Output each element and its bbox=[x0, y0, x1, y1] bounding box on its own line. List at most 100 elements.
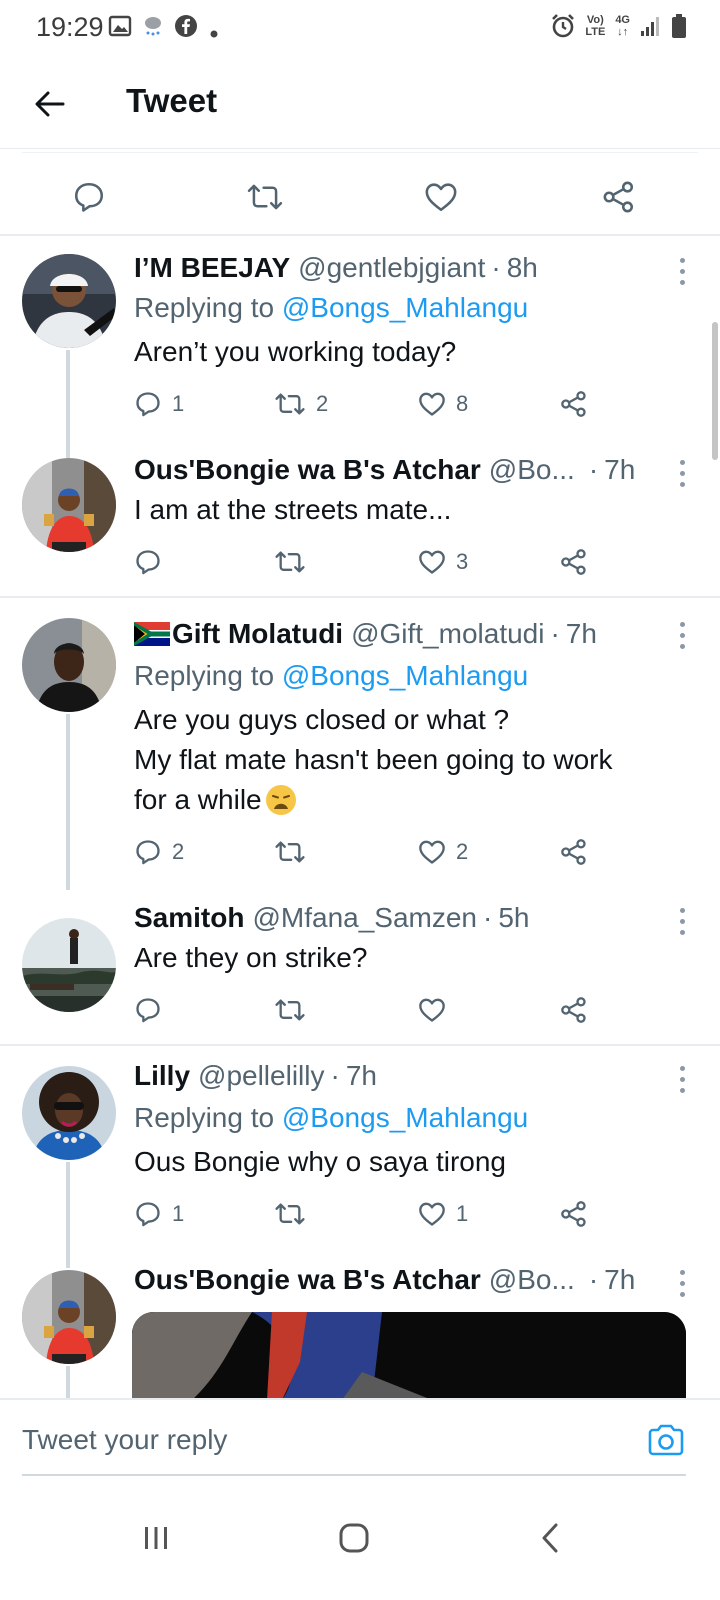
avatar[interactable] bbox=[22, 918, 116, 1012]
gallery-icon bbox=[108, 15, 132, 37]
like-button[interactable]: 2 bbox=[418, 832, 468, 872]
retweet-count: 2 bbox=[316, 391, 329, 416]
recent-apps-icon bbox=[145, 1527, 167, 1549]
retweet-icon bbox=[275, 551, 305, 573]
replying-to: Replying to @Bongs_Mahlangu bbox=[134, 292, 529, 323]
reply-tweet[interactable]: Gift Molatudi @Gift_molatudi · 7h Replyi… bbox=[0, 598, 720, 890]
retweet-icon bbox=[247, 184, 283, 210]
avatar[interactable] bbox=[22, 618, 116, 712]
page-title: Tweet bbox=[126, 82, 218, 119]
share-button[interactable] bbox=[560, 542, 588, 582]
share-icon bbox=[561, 1201, 586, 1227]
reply-button[interactable] bbox=[134, 542, 172, 582]
avatar[interactable] bbox=[22, 1270, 116, 1364]
main-retweet-button[interactable] bbox=[240, 172, 290, 222]
tweet-time: 7h bbox=[604, 454, 636, 485]
reply-icon bbox=[136, 998, 160, 1023]
mention-link[interactable]: @Bongs_Mahlangu bbox=[282, 660, 528, 691]
alarm-icon bbox=[552, 14, 575, 38]
notification-dot-icon bbox=[210, 30, 218, 38]
share-button[interactable] bbox=[560, 832, 588, 872]
chevron-left-icon bbox=[542, 1523, 558, 1553]
avatar[interactable] bbox=[22, 458, 116, 552]
mention-link[interactable]: @Bongs_Mahlangu bbox=[282, 1102, 528, 1133]
more-options-button[interactable] bbox=[670, 904, 694, 938]
tweet-header: Samitoh @Mfana_Samzen · 5h bbox=[134, 902, 530, 934]
more-options-button[interactable] bbox=[670, 254, 694, 288]
more-options-button[interactable] bbox=[670, 1062, 694, 1096]
retweet-button[interactable] bbox=[274, 990, 316, 1030]
signal-icon bbox=[641, 17, 659, 36]
avatar[interactable] bbox=[22, 254, 116, 348]
reply-button[interactable]: 1 bbox=[134, 384, 184, 424]
author-handle[interactable]: @Gift_molatudi bbox=[351, 618, 544, 650]
author-handle[interactable]: @Bo... bbox=[489, 454, 575, 486]
author-name[interactable]: Samitoh bbox=[134, 902, 244, 934]
reply-count: 1 bbox=[172, 391, 185, 416]
tweet-text: Are they on strike? bbox=[134, 942, 368, 973]
back-button[interactable] bbox=[26, 80, 74, 128]
thread-line bbox=[66, 714, 70, 890]
retweet-button[interactable]: 2 bbox=[274, 384, 328, 424]
weather-rain-icon bbox=[145, 17, 161, 36]
like-button[interactable]: 1 bbox=[418, 1194, 468, 1234]
back-nav-button[interactable] bbox=[520, 1508, 580, 1568]
tweet-actions: 2 2 bbox=[134, 832, 694, 872]
tweet-text: Aren’t you working today? bbox=[134, 336, 457, 367]
retweet-button[interactable] bbox=[274, 1194, 316, 1234]
status-right: Vo) LTE 4G ↓↑ bbox=[551, 12, 686, 40]
reply-icon bbox=[136, 392, 160, 417]
author-handle[interactable]: @gentlebjgiant bbox=[298, 252, 485, 284]
replying-to: Replying to @Bongs_Mahlangu bbox=[134, 660, 529, 691]
avatar[interactable] bbox=[22, 1066, 116, 1160]
reply-tweet[interactable]: I’M BEEJAY @gentlebjgiant · 8h Replying … bbox=[0, 236, 720, 458]
author-handle[interactable]: @pellelilly bbox=[198, 1060, 324, 1092]
author-name[interactable]: Ous'Bongie wa B's Atchar bbox=[134, 1264, 481, 1296]
system-nav-bar bbox=[0, 1478, 720, 1600]
reply-underline bbox=[22, 1474, 686, 1476]
share-button[interactable] bbox=[560, 990, 588, 1030]
like-icon bbox=[419, 1202, 445, 1226]
main-like-button[interactable] bbox=[416, 172, 466, 222]
reply-tweet[interactable]: Lilly @pellelilly · 7h Replying to @Bong… bbox=[0, 1046, 720, 1268]
home-button[interactable] bbox=[324, 1508, 384, 1568]
author-handle[interactable]: @Mfana_Samzen bbox=[252, 902, 477, 934]
author-handle[interactable]: @Bo... bbox=[489, 1264, 575, 1296]
retweet-button[interactable] bbox=[274, 542, 316, 582]
recent-apps-button[interactable] bbox=[126, 1508, 186, 1568]
share-icon bbox=[561, 997, 586, 1023]
camera-button[interactable] bbox=[644, 1418, 688, 1462]
scrollbar[interactable] bbox=[712, 322, 718, 460]
main-share-button[interactable] bbox=[594, 172, 644, 222]
reply-button[interactable]: 2 bbox=[134, 832, 184, 872]
like-icon bbox=[419, 550, 445, 574]
tweet-actions: 3 bbox=[134, 542, 694, 582]
reply-input[interactable]: Tweet your reply bbox=[22, 1424, 227, 1456]
author-name[interactable]: I’M BEEJAY bbox=[134, 252, 290, 284]
like-button[interactable] bbox=[418, 990, 456, 1030]
tweet-header: Lilly @pellelilly · 7h bbox=[134, 1060, 377, 1092]
tweet-time: 7h bbox=[345, 1060, 377, 1091]
reply-button[interactable]: 1 bbox=[134, 1194, 184, 1234]
author-name[interactable]: Gift Molatudi bbox=[172, 618, 343, 650]
author-name[interactable]: Ous'Bongie wa B's Atchar bbox=[134, 454, 481, 486]
tweet-media[interactable] bbox=[132, 1312, 686, 1400]
author-name[interactable]: Lilly bbox=[134, 1060, 190, 1092]
like-button[interactable]: 3 bbox=[418, 542, 468, 582]
camera-icon bbox=[648, 1424, 684, 1456]
more-options-button[interactable] bbox=[670, 1266, 694, 1300]
reply-tweet[interactable]: Samitoh @Mfana_Samzen · 5h Are they on s… bbox=[0, 888, 720, 1044]
share-button[interactable] bbox=[560, 1194, 588, 1234]
mention-link[interactable]: @Bongs_Mahlangu bbox=[282, 292, 528, 323]
more-options-button[interactable] bbox=[670, 618, 694, 652]
retweet-button[interactable] bbox=[274, 832, 316, 872]
like-button[interactable]: 8 bbox=[418, 384, 468, 424]
more-options-button[interactable] bbox=[670, 456, 694, 490]
home-icon bbox=[339, 1523, 369, 1553]
share-icon bbox=[561, 839, 586, 865]
reply-button[interactable] bbox=[134, 990, 172, 1030]
main-reply-button[interactable] bbox=[64, 172, 114, 222]
share-button[interactable] bbox=[560, 384, 588, 424]
reply-tweet[interactable]: Ous'Bongie wa B's Atchar @Bo... · 7h I a… bbox=[0, 440, 720, 596]
tweet-text: I am at the streets mate... bbox=[134, 494, 452, 525]
